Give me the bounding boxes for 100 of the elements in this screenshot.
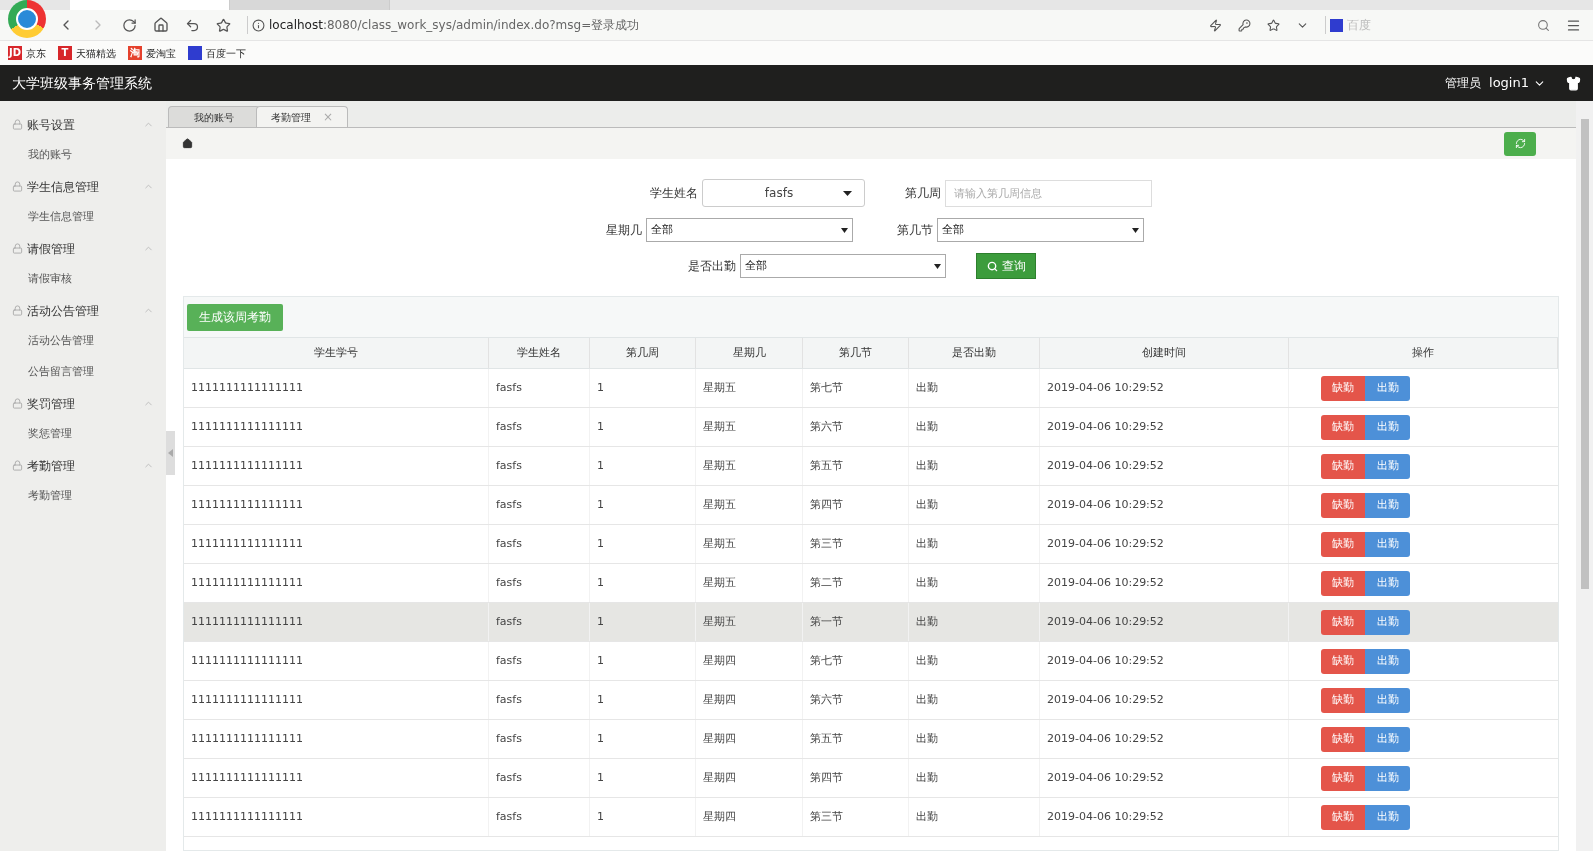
undo-icon[interactable] <box>185 17 200 33</box>
key-icon[interactable] <box>1238 18 1251 32</box>
table-cell: 出勤 <box>909 681 1040 719</box>
table-cell: 出勤 <box>909 798 1040 836</box>
sidebar-item[interactable]: 我的账号 <box>0 140 166 171</box>
paw-icon <box>1330 18 1343 32</box>
absent-button[interactable]: 缺勤 <box>1321 453 1365 479</box>
bookmark-logo-icon: T <box>58 46 72 60</box>
column-header: 操作 <box>1289 338 1558 368</box>
table-cell: 1111111111111111 <box>184 720 489 758</box>
absent-button[interactable]: 缺勤 <box>1321 531 1365 557</box>
table-cell: 1 <box>590 681 696 719</box>
absent-button[interactable]: 缺勤 <box>1321 609 1365 635</box>
sidebar-group[interactable]: 学生信息管理 <box>0 171 166 202</box>
app-title: 大学班级事务管理系统 <box>12 73 152 93</box>
bookmark[interactable]: 百度一下 <box>188 45 246 61</box>
table-row[interactable]: 1111111111111111 fasfs 1 星期五 第四节 出勤 2019-04-06 10:29:52 缺勤 出勤 <box>184 486 1558 525</box>
absent-button[interactable]: 缺勤 <box>1321 414 1365 440</box>
sidebar-group[interactable]: 奖罚管理 <box>0 388 166 419</box>
sidebar-group[interactable]: 账号设置 <box>0 109 166 140</box>
table-row[interactable]: 1111111111111111 fasfs 1 星期五 第七节 出勤 2019-04-06 10:29:52 缺勤 出勤 <box>184 369 1558 408</box>
table-row[interactable]: 1111111111111111 fasfs 1 星期五 第六节 出勤 2019-04-06 10:29:52 缺勤 出勤 <box>184 408 1558 447</box>
table-cell: 1 <box>590 642 696 680</box>
reload-icon[interactable] <box>122 17 137 33</box>
table-cell: 1 <box>590 408 696 446</box>
table-cell: 1111111111111111 <box>184 408 489 446</box>
menu-icon[interactable] <box>1566 17 1581 33</box>
table-cell: fasfs <box>489 720 590 758</box>
table-cell: 1 <box>590 603 696 641</box>
absent-button[interactable]: 缺勤 <box>1321 375 1365 401</box>
column-header: 学生姓名 <box>489 338 590 368</box>
sidebar-item[interactable]: 学生信息管理 <box>0 202 166 233</box>
star-icon[interactable] <box>1267 18 1280 32</box>
bookmark[interactable]: T 天猫精选 <box>58 45 116 61</box>
column-header: 第几周 <box>590 338 696 368</box>
address-field[interactable]: localhost:8080/class_work_sys/admin/index.do?msg=登录成功 <box>247 16 1193 34</box>
sidebar-group[interactable]: 请假管理 <box>0 233 166 264</box>
week-input[interactable]: 请输入第几周信息 <box>945 179 1152 207</box>
scrollbar[interactable] <box>1576 101 1593 851</box>
lock-icon <box>12 243 23 254</box>
table-row[interactable]: 1111111111111111 fasfs 1 星期四 第七节 出勤 2019-04-06 10:29:52 缺勤 出勤 <box>184 642 1558 681</box>
sidebar-group[interactable]: 考勤管理 <box>0 450 166 481</box>
table-cell: 1111111111111111 <box>184 369 489 407</box>
table-cell: 第六节 <box>803 681 909 719</box>
table-cell: 出勤 <box>909 564 1040 602</box>
lock-icon <box>12 119 23 130</box>
table-cell: 2019-04-06 10:29:52 <box>1040 681 1289 719</box>
search-icon[interactable] <box>1537 18 1550 32</box>
weekday-select[interactable]: 全部 <box>646 218 853 242</box>
table-cell: 1111111111111111 <box>184 603 489 641</box>
table-cell: fasfs <box>489 759 590 797</box>
sidebar-item[interactable]: 请假审核 <box>0 264 166 295</box>
table-row[interactable]: 1111111111111111 fasfs 1 星期四 第六节 出勤 2019-04-06 10:29:52 缺勤 出勤 <box>184 681 1558 720</box>
star-icon[interactable] <box>216 17 231 33</box>
refresh-button[interactable] <box>1504 131 1536 156</box>
sidebar-item[interactable]: 公告留言管理 <box>0 357 166 388</box>
absent-button[interactable]: 缺勤 <box>1321 765 1365 791</box>
table-row[interactable]: 1111111111111111 fasfs 1 星期五 第一节 出勤 2019-04-06 10:29:52 缺勤 出勤 <box>184 603 1558 642</box>
lock-icon <box>12 305 23 316</box>
absent-button[interactable]: 缺勤 <box>1321 648 1365 674</box>
dropdown-arrow-icon <box>843 190 852 196</box>
table-cell: fasfs <box>489 798 590 836</box>
refresh-icon <box>1514 138 1526 149</box>
user-menu[interactable]: login1 <box>1489 73 1546 93</box>
sidebar-item[interactable]: 奖惩管理 <box>0 419 166 450</box>
table-row[interactable]: 1111111111111111 fasfs 1 星期四 第三节 出勤 2019-04-06 10:29:52 缺勤 出勤 <box>184 798 1558 837</box>
dropdown-arrow-icon <box>1132 227 1139 233</box>
absent-button[interactable]: 缺勤 <box>1321 492 1365 518</box>
period-select[interactable]: 全部 <box>937 218 1144 242</box>
bookmark[interactable]: JD 京东 <box>8 45 46 61</box>
table-cell: 2019-04-06 10:29:52 <box>1040 720 1289 758</box>
sidebar-item[interactable]: 活动公告管理 <box>0 326 166 357</box>
table-row[interactable]: 1111111111111111 fasfs 1 星期四 第五节 出勤 2019-04-06 10:29:52 缺勤 出勤 <box>184 720 1558 759</box>
absent-button[interactable]: 缺勤 <box>1321 687 1365 713</box>
bookmark-logo-icon: JD <box>8 46 22 60</box>
field-label: 第几节 <box>897 222 933 239</box>
sidebar-item[interactable]: 考勤管理 <box>0 481 166 512</box>
table-cell: 出勤 <box>909 486 1040 524</box>
absent-button[interactable]: 缺勤 <box>1321 804 1365 830</box>
home-icon[interactable] <box>182 138 193 149</box>
column-header: 第几节 <box>803 338 909 368</box>
table-cell: 1111111111111111 <box>184 681 489 719</box>
collapse-handle[interactable] <box>166 431 175 475</box>
table-row[interactable]: 1111111111111111 fasfs 1 星期五 第二节 出勤 2019-04-06 10:29:52 缺勤 出勤 <box>184 564 1558 603</box>
student-name-select[interactable]: fasfs <box>702 179 865 207</box>
attendance-select[interactable]: 全部 <box>740 254 946 278</box>
page-tab[interactable]: 考勤管理 × <box>256 106 348 127</box>
absent-button[interactable]: 缺勤 <box>1321 570 1365 596</box>
home-icon[interactable] <box>153 17 169 33</box>
table-row[interactable]: 1111111111111111 fasfs 1 星期五 第三节 出勤 2019-04-06 10:29:52 缺勤 出勤 <box>184 525 1558 564</box>
table-cell: 2019-04-06 10:29:52 <box>1040 603 1289 641</box>
shirt-icon[interactable] <box>1566 75 1581 91</box>
bookmark[interactable]: 淘 爱淘宝 <box>128 45 176 61</box>
table-row[interactable]: 1111111111111111 fasfs 1 星期四 第四节 出勤 2019-04-06 10:29:52 缺勤 出勤 <box>184 759 1558 798</box>
table-cell: fasfs <box>489 408 590 446</box>
lightning-icon[interactable] <box>1209 18 1222 32</box>
sidebar-group[interactable]: 活动公告管理 <box>0 295 166 326</box>
table-row[interactable]: 1111111111111111 fasfs 1 星期五 第五节 出勤 2019-04-06 10:29:52 缺勤 出勤 <box>184 447 1558 486</box>
table-cell: 星期五 <box>696 447 803 485</box>
absent-button[interactable]: 缺勤 <box>1321 726 1365 752</box>
